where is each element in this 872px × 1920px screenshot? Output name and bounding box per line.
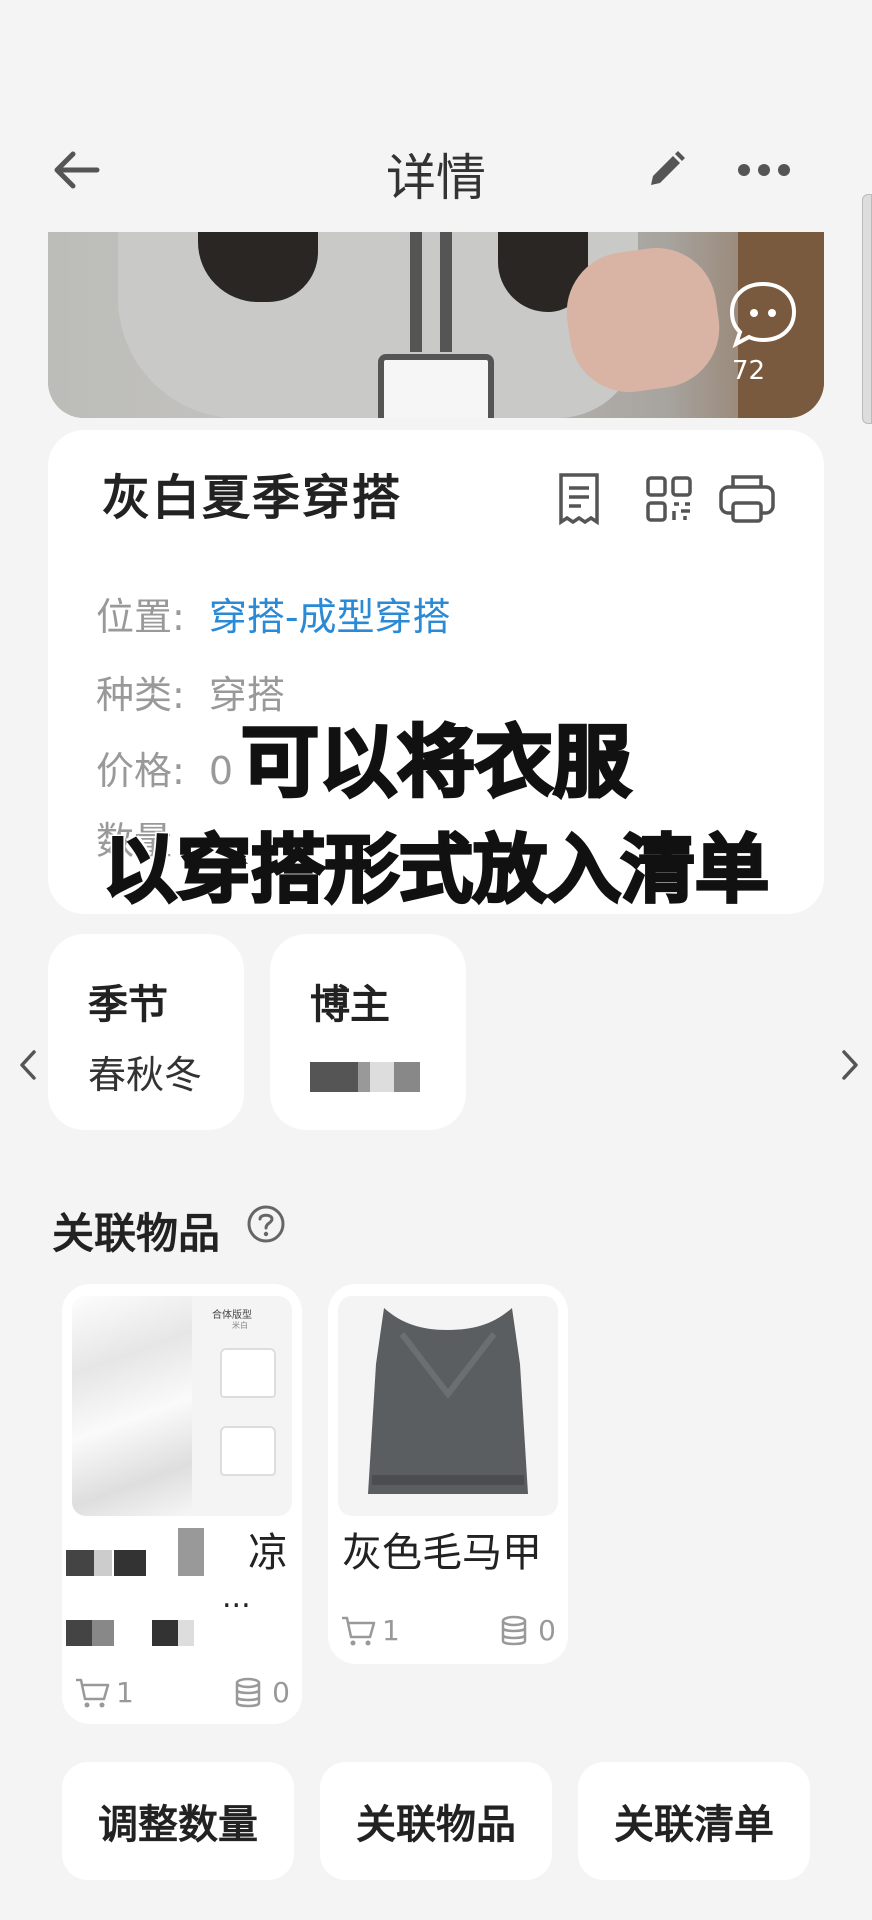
stock-count: 0: [272, 1676, 290, 1709]
more-button[interactable]: [724, 142, 804, 198]
help-button[interactable]: [246, 1204, 286, 1244]
print-button[interactable]: [712, 470, 782, 528]
location-label: 位置:: [96, 595, 185, 639]
top-bar: 详情: [0, 120, 872, 216]
vest-image: [368, 1308, 528, 1494]
outfit-photo: 72: [48, 232, 824, 418]
chevron-left-icon: [20, 1050, 36, 1080]
qr-code-button[interactable]: [640, 470, 698, 528]
database-icon: [501, 1615, 527, 1645]
cart-count: 1: [116, 1676, 134, 1709]
cart-count: 1: [382, 1614, 400, 1647]
side-handle[interactable]: [862, 194, 872, 424]
cart-stat: 1: [74, 1676, 134, 1709]
related-item-card[interactable]: 合体版型 米白 凉 ... 1 0: [62, 1284, 302, 1724]
season-card[interactable]: 季节 春秋冬: [48, 934, 244, 1130]
blogger-title: 博主: [310, 982, 390, 1028]
caption-line-2: 以穿搭形式放入清单: [102, 826, 771, 915]
more-horizontal-icon: [738, 164, 790, 176]
badge-holder: [378, 354, 494, 418]
pencil-icon: [651, 151, 685, 185]
image-caption: 合体版型: [212, 1310, 252, 1321]
blogger-value-redacted: [310, 1062, 420, 1092]
help-circle-icon: [247, 1205, 285, 1243]
qr-code-icon: [646, 476, 692, 522]
cart-icon: [76, 1678, 110, 1707]
adjust-quantity-button[interactable]: 调整数量: [62, 1762, 294, 1880]
comment-button[interactable]: [728, 280, 798, 350]
item-name: 灰色毛马甲: [342, 1530, 542, 1576]
chat-bubble-icon: [729, 281, 797, 349]
back-button[interactable]: [44, 142, 108, 198]
link-list-button[interactable]: 关联清单: [578, 1762, 810, 1880]
related-item-card[interactable]: 灰色毛马甲 1 0: [328, 1284, 568, 1664]
item-name-ellipsis: ...: [222, 1580, 251, 1615]
arrow-left-icon: [54, 151, 100, 189]
stock-count: 0: [538, 1614, 556, 1647]
stock-stat: 0: [500, 1614, 556, 1647]
receipt-button[interactable]: [550, 470, 608, 528]
location-row: 位置: 穿搭-成型穿搭: [96, 586, 451, 641]
item-name: 凉: [248, 1530, 288, 1576]
stock-stat: 0: [234, 1676, 290, 1709]
outfit-name: 灰白夏季穿搭: [102, 470, 403, 526]
scroll-left-button[interactable]: [8, 1040, 48, 1090]
printer-icon: [719, 475, 775, 523]
season-title: 季节: [88, 982, 168, 1028]
database-icon: [235, 1677, 261, 1707]
edit-button[interactable]: [636, 142, 696, 198]
receipt-icon: [559, 473, 599, 526]
comment-count: 72: [732, 356, 766, 386]
item-stats: 1 0: [74, 1676, 290, 1709]
cart-stat: 1: [340, 1614, 400, 1647]
location-link[interactable]: 穿搭-成型穿搭: [209, 595, 451, 639]
item-photo: [338, 1296, 558, 1516]
chevron-right-icon: [842, 1050, 858, 1080]
image-caption-sub: 米白: [232, 1321, 248, 1330]
cart-icon: [342, 1616, 376, 1645]
item-photo: 合体版型 米白: [72, 1296, 292, 1516]
related-items-title: 关联物品: [52, 1209, 221, 1258]
blogger-card[interactable]: 博主: [270, 934, 466, 1130]
item-stats: 1 0: [340, 1614, 556, 1647]
item-name-redacted: [66, 1528, 216, 1656]
link-items-button[interactable]: 关联物品: [320, 1762, 552, 1880]
season-value: 春秋冬: [88, 1053, 203, 1097]
caption-line-1: 可以将衣服: [239, 717, 632, 810]
scroll-right-button[interactable]: [830, 1040, 870, 1090]
